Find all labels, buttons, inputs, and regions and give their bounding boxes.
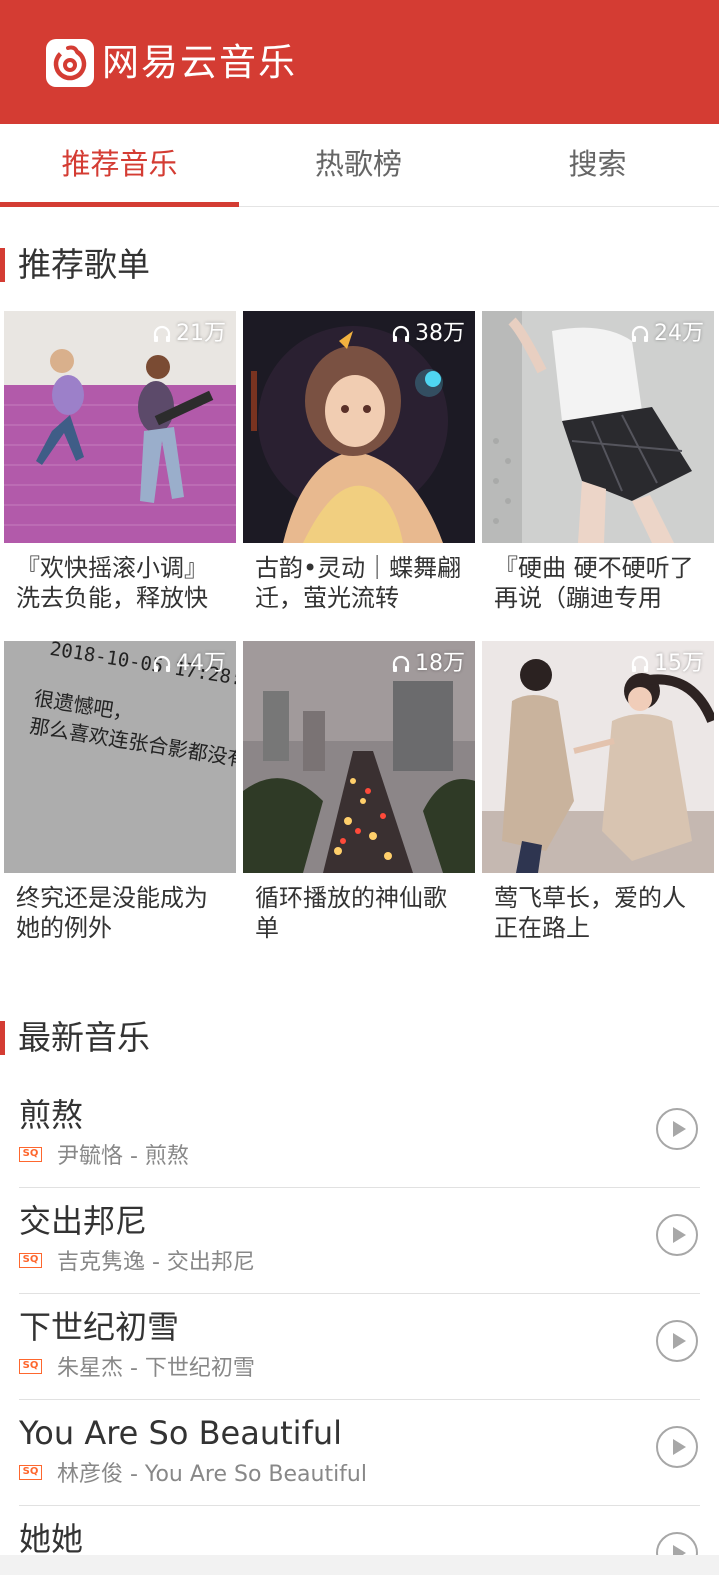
tab-hot-chart[interactable]: 热歌榜 (239, 124, 478, 206)
song-meta: SQ 吉克隽逸 - 交出邦尼 (19, 1246, 255, 1275)
playlist-title: 终究还是没能成为她的例外 (16, 884, 208, 942)
playlist-card[interactable]: 18万 循环播放的神仙歌单 (243, 641, 475, 945)
sq-badge: SQ (19, 1146, 42, 1162)
section-accent-bar (0, 1021, 5, 1055)
playlist-cover-image: 38万 (243, 311, 475, 543)
playlist-card[interactable]: 24万 『硬曲 硬不硬听了再说（蹦迪专用 (482, 311, 714, 615)
song-artist-album: 朱星杰 - 下世纪初雪 (57, 1356, 255, 1381)
playlist-title: 莺飞草长，爱的人正在路上 (494, 884, 686, 942)
playlist-title: 古韵•灵动｜蝶舞翩迁，萤光流转 (255, 554, 462, 612)
headphones-icon (630, 654, 650, 674)
play-count-text: 15万 (654, 651, 704, 676)
tab-search[interactable]: 搜索 (478, 124, 717, 206)
section-title-playlists: 推荐歌单 (0, 247, 150, 283)
play-count-text: 44万 (176, 651, 226, 676)
headphones-icon (152, 324, 172, 344)
play-button-icon[interactable] (656, 1320, 698, 1362)
playlist-cover-image: 15万 (482, 641, 714, 873)
song-meta: SQ 尹毓恪 - 煎熬 (19, 1140, 189, 1169)
play-button-icon[interactable] (656, 1108, 698, 1150)
brand-title: 网易云音乐 (102, 41, 297, 84)
song-name: You Are So Beautiful (19, 1414, 342, 1452)
song-name: 交出邦尼 (19, 1202, 148, 1240)
play-count: 21万 (152, 319, 226, 349)
play-count: 24万 (630, 319, 704, 349)
play-count-text: 18万 (415, 651, 465, 676)
playlist-cover-image: 21万 (4, 311, 236, 543)
song-item[interactable]: 交出邦尼 SQ 吉克隽逸 - 交出邦尼 (19, 1188, 700, 1294)
song-name: 下世纪初雪 (19, 1308, 180, 1346)
song-artist-album: 林彦俊 - You Are So Beautiful (57, 1462, 367, 1487)
sq-badge: SQ (19, 1358, 42, 1374)
play-count: 44万 (152, 649, 226, 679)
playlist-cover-image: 2018-10-05 17:28:31 很遗憾吧， 那么喜欢连张合影都没有 44… (4, 641, 236, 873)
song-item[interactable]: 下世纪初雪 SQ 朱星杰 - 下世纪初雪 (19, 1294, 700, 1400)
song-meta: SQ 林彦俊 - You Are So Beautiful (19, 1458, 367, 1487)
playlist-title: 循环播放的神仙歌单 (255, 884, 447, 942)
headphones-icon (391, 324, 411, 344)
sq-badge: SQ (19, 1252, 42, 1268)
tab-recommend[interactable]: 推荐音乐 (0, 124, 239, 207)
song-artist-album: 吉克隽逸 - 交出邦尼 (57, 1250, 255, 1275)
song-name: 煎熬 (19, 1096, 84, 1134)
bottom-bar (0, 1555, 719, 1575)
playlist-title: 『欢快摇滚小调』洗去负能，释放快 (16, 554, 208, 612)
netease-music-logo-icon[interactable] (46, 39, 94, 87)
song-artist-album: 尹毓恪 - 煎熬 (57, 1144, 189, 1169)
play-count: 18万 (391, 649, 465, 679)
song-item[interactable]: 煎熬 SQ 尹毓恪 - 煎熬 (19, 1082, 700, 1188)
play-button-icon[interactable] (656, 1426, 698, 1468)
headphones-icon (391, 654, 411, 674)
headphones-icon (152, 654, 172, 674)
playlist-card[interactable]: 2018-10-05 17:28:31 很遗憾吧， 那么喜欢连张合影都没有 44… (4, 641, 236, 945)
playlist-card[interactable]: 15万 莺飞草长，爱的人正在路上 (482, 641, 714, 945)
play-count-text: 24万 (654, 321, 704, 346)
playlist-title: 『硬曲 硬不硬听了再说（蹦迪专用 (494, 554, 694, 612)
playlist-cover-image: 18万 (243, 641, 475, 873)
play-count: 15万 (630, 649, 704, 679)
playlist-card[interactable]: 21万 『欢快摇滚小调』洗去负能，释放快 (4, 311, 236, 615)
playlist-card[interactable]: 38万 古韵•灵动｜蝶舞翩迁，萤光流转 (243, 311, 475, 615)
song-item[interactable]: You Are So Beautiful SQ 林彦俊 - You Are So… (19, 1400, 700, 1506)
playlist-cover-image: 24万 (482, 311, 714, 543)
section-accent-bar (0, 248, 5, 282)
play-button-icon[interactable] (656, 1214, 698, 1256)
section-title-new-music: 最新音乐 (0, 1020, 150, 1056)
app-header: 网易云音乐 (0, 0, 719, 124)
section-title-text: 推荐歌单 (18, 245, 150, 284)
play-count-text: 21万 (176, 321, 226, 346)
sq-badge: SQ (19, 1464, 42, 1480)
song-meta: SQ 朱星杰 - 下世纪初雪 (19, 1352, 255, 1381)
song-name: 她她 (19, 1520, 84, 1558)
play-count-text: 38万 (415, 321, 465, 346)
headphones-icon (630, 324, 650, 344)
play-count: 38万 (391, 319, 465, 349)
section-title-text: 最新音乐 (18, 1018, 150, 1057)
main-tabs: 推荐音乐 热歌榜 搜索 (0, 124, 719, 207)
